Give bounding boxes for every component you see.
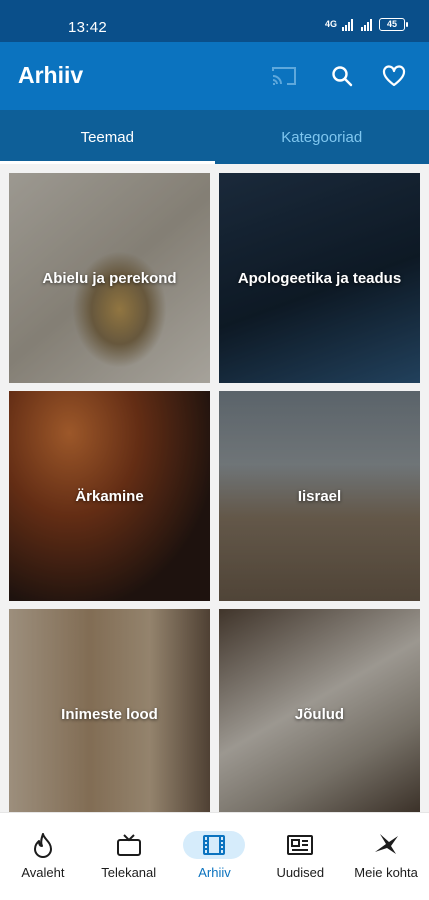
nav-avaleht[interactable]: Avaleht (0, 813, 86, 900)
tab-bar: Teemad Kategooriad (0, 110, 429, 164)
status-indicators: 4G 45 (324, 18, 408, 31)
signal-icon (361, 18, 372, 31)
app-bar: Arhiiv (0, 42, 429, 110)
nav-meie-kohta[interactable]: Meie kohta (343, 813, 429, 900)
topic-card-inimeste-lood[interactable]: Inimeste lood (9, 609, 210, 819)
flame-icon (33, 833, 52, 858)
newspaper-icon (287, 835, 314, 855)
topic-card-iisrael[interactable]: Iisrael (219, 391, 420, 601)
nav-label: Uudised (276, 865, 325, 880)
search-icon (332, 66, 353, 87)
tv-icon (116, 834, 141, 856)
topic-label: Ärkamine (75, 487, 144, 505)
bird-icon (375, 834, 399, 854)
nav-label: Arhiiv (198, 865, 231, 880)
network-type: 4G (324, 19, 337, 29)
favorites-button[interactable] (380, 62, 408, 90)
status-bar: 13:42 4G 45 (0, 0, 429, 42)
nav-label: Avaleht (21, 865, 65, 880)
bottom-navigation: Avaleht Telekanal Arhiiv Uudised Meie ko… (0, 812, 429, 900)
cast-button[interactable] (270, 62, 298, 90)
nav-arhiiv[interactable]: Arhiiv (172, 813, 258, 900)
signal-icon (342, 18, 353, 31)
battery-icon: 45 (379, 18, 408, 31)
status-time: 13:42 (68, 19, 108, 36)
nav-label: Telekanal (101, 865, 157, 880)
film-icon (203, 835, 226, 855)
nav-label: Meie kohta (354, 865, 418, 880)
nav-uudised[interactable]: Uudised (257, 813, 343, 900)
topic-label: Abielu ja perekond (42, 269, 177, 287)
topic-label: Apologeetika ja teadus (237, 269, 402, 287)
app-screen: 13:42 4G 45 Arhiiv Teemad Kategooriad Ab… (0, 0, 429, 900)
topic-label: Iisrael (297, 487, 342, 505)
topic-card-apologeetika[interactable]: Apologeetika ja teadus (219, 173, 420, 383)
tab-kategooriad[interactable]: Kategooriad (215, 110, 429, 164)
search-button[interactable] (328, 62, 356, 90)
page-title: Arhiiv (18, 62, 84, 88)
topic-label: Inimeste lood (61, 705, 158, 723)
heart-icon (382, 65, 406, 87)
topic-card-arkamine[interactable]: Ärkamine (9, 391, 210, 601)
topic-card-joulud[interactable]: Jõulud (219, 609, 420, 819)
cast-icon (272, 67, 296, 85)
tab-teemad[interactable]: Teemad (0, 110, 215, 164)
topic-label: Jõulud (294, 705, 345, 723)
topics-grid: Abielu ja perekond Apologeetika ja teadu… (0, 164, 429, 819)
topic-card-abielu[interactable]: Abielu ja perekond (9, 173, 210, 383)
nav-telekanal[interactable]: Telekanal (86, 813, 172, 900)
